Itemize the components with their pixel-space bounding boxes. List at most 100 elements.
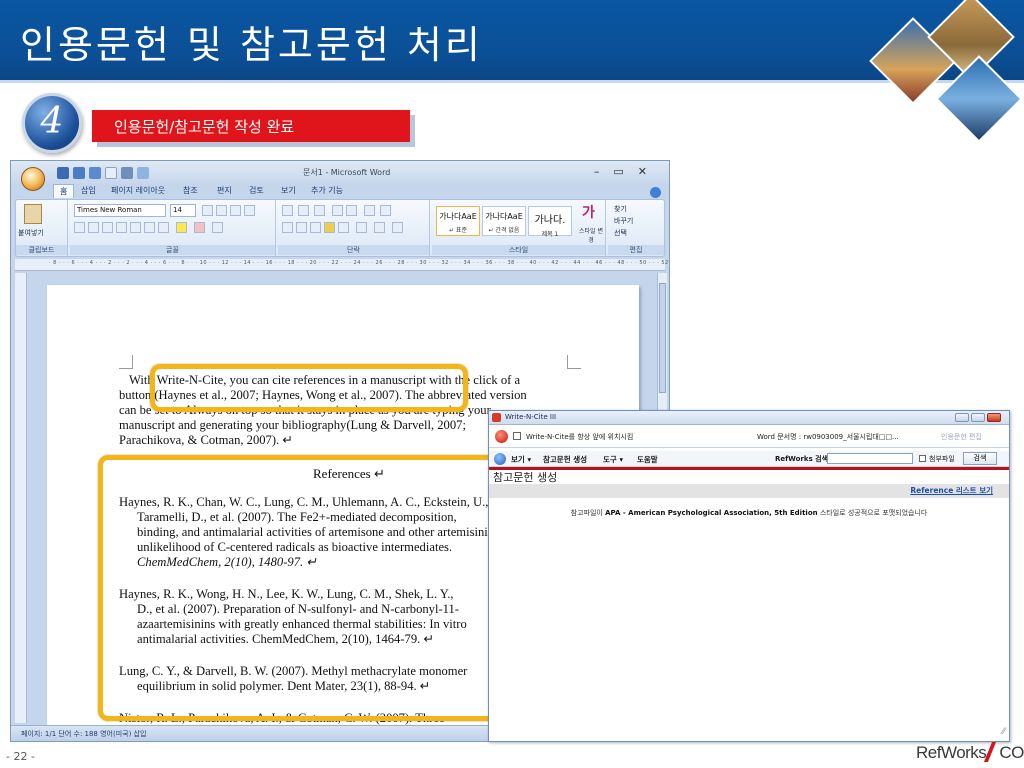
office-button-icon[interactable] — [21, 167, 45, 191]
always-on-top-checkbox[interactable] — [513, 432, 521, 440]
justify-icon[interactable] — [324, 222, 335, 233]
subscript-icon[interactable] — [130, 222, 141, 233]
close-button[interactable] — [987, 413, 1001, 422]
strikethrough-icon[interactable] — [116, 222, 127, 233]
tab-review[interactable]: 검토 — [249, 185, 264, 196]
style-heading-1[interactable]: 가나다. 제목 1 — [528, 206, 572, 238]
show-marks-icon[interactable] — [380, 205, 391, 216]
status-text: 페이지: 1/1 단어 수: 188 영어(미국) 삽입 — [21, 730, 147, 738]
tab-references[interactable]: 참조 — [183, 185, 198, 196]
grow-font-icon[interactable] — [202, 205, 213, 216]
change-styles-label[interactable]: 스타일 변경 — [578, 226, 604, 244]
redo-icon[interactable] — [89, 167, 101, 179]
borders-icon[interactable] — [392, 222, 403, 233]
new-document-icon[interactable] — [105, 167, 117, 179]
word-titlebar: 문서1 - Microsoft Word –▭✕ — [11, 161, 669, 185]
back-arrow-icon[interactable] — [494, 453, 506, 465]
bold-icon[interactable] — [74, 222, 85, 233]
search-button[interactable]: 검색 — [963, 452, 997, 465]
menu-create-bibliography[interactable]: 참고문헌 생성 — [543, 454, 587, 465]
print-icon[interactable] — [121, 167, 133, 179]
wnc-options-row: Write-N-Cite를 항상 앞에 위치시킴 Word 문서명 : rw09… — [489, 426, 1009, 448]
sort-icon[interactable] — [364, 205, 375, 216]
menu-tools[interactable]: 도구 ▾ — [603, 454, 623, 465]
char-border-icon[interactable] — [212, 222, 223, 233]
horizontal-ruler[interactable]: · 8 · · · 6 · · · 4 · · · 2 · · · 2 · · … — [15, 259, 668, 271]
change-case-icon[interactable] — [158, 222, 169, 233]
attachment-label[interactable]: 첨부파일 — [929, 454, 955, 464]
tab-mailings[interactable]: 편지 — [217, 185, 232, 196]
editing-group: 찾기 바꾸기 선택 편집 — [608, 200, 664, 256]
line-spacing-icon[interactable] — [356, 222, 367, 233]
paste-label[interactable]: 붙여넣기 — [18, 228, 44, 238]
paragraph-group: 단락 — [278, 200, 430, 256]
attachment-checkbox[interactable] — [919, 455, 926, 462]
edit-citation-link[interactable]: 인용문헌 편집 — [941, 432, 982, 442]
find-button[interactable]: 찾기 — [614, 204, 627, 214]
word-document-name: Word 문서명 : rw0903009_서울시립대□□... — [757, 433, 899, 441]
ruler-marks: · 8 · · · 6 · · · 4 · · · 2 · · · 2 · · … — [49, 260, 669, 266]
style-no-spacing[interactable]: 가나다AaE ↵ 간격 없음 — [482, 206, 526, 236]
bullets-icon[interactable] — [282, 205, 293, 216]
refworks-search-input[interactable] — [827, 453, 913, 464]
superscript-icon[interactable] — [144, 222, 155, 233]
wnc-window-title: Write-N-Cite III — [505, 413, 557, 421]
increase-indent-icon[interactable] — [346, 205, 357, 216]
save-icon[interactable] — [57, 167, 69, 179]
font-color-icon[interactable] — [194, 222, 205, 233]
maximize-button[interactable] — [971, 413, 985, 422]
font-name-box[interactable]: Times New Roman — [74, 204, 166, 217]
preview-icon[interactable] — [137, 167, 149, 179]
brand-logo: RefWorksCOS — [916, 742, 1024, 762]
paste-icon[interactable] — [24, 204, 42, 224]
help-icon[interactable] — [650, 187, 661, 198]
tab-add-ins[interactable]: 추가 기능 — [311, 185, 343, 196]
styles-group: 가나다AaE ↵ 표준 가나다AaE ↵ 간격 없음 가나다. 제목 1 가 스… — [432, 200, 606, 256]
multilevel-icon[interactable] — [314, 205, 325, 216]
refworks-search-label: RefWorks 검색 — [775, 455, 829, 463]
highlight-icon[interactable] — [176, 222, 187, 233]
numbering-icon[interactable] — [298, 205, 309, 216]
phonetic-icon[interactable] — [244, 205, 255, 216]
minimize-button[interactable] — [955, 413, 969, 422]
underline-icon[interactable] — [102, 222, 113, 233]
window-controls[interactable]: –▭✕ — [594, 165, 661, 178]
refworks-app-icon — [492, 413, 501, 422]
shrink-font-icon[interactable] — [216, 205, 227, 216]
format-success-message: 참고파일이 APA - American Psychological Assoc… — [570, 509, 928, 517]
word-window-title: 문서1 - Microsoft Word — [303, 168, 391, 177]
font-group: Times New Roman 14 글꼴 — [70, 200, 276, 256]
menu-view[interactable]: 보기 ▾ — [511, 454, 531, 465]
clipboard-group: 붙여넣기 클립보드 — [16, 200, 68, 256]
vertical-ruler[interactable] — [15, 273, 27, 723]
replace-button[interactable]: 바꾸기 — [614, 216, 633, 226]
slide: 인용문헌 및 참고문헌 처리 4 인용문헌/참고문헌 작성 완료 문서1 - M… — [0, 0, 1024, 768]
tab-page-layout[interactable]: 페이지 레이아웃 — [111, 185, 165, 196]
shading-icon[interactable] — [374, 222, 385, 233]
align-center-icon[interactable] — [296, 222, 307, 233]
always-on-top-label[interactable]: Write-N-Cite를 항상 앞에 위치시킴 — [526, 432, 633, 442]
align-right-icon[interactable] — [310, 222, 321, 233]
resize-grip-icon[interactable]: ⁄⁄ — [1002, 727, 1005, 737]
italic-icon[interactable] — [88, 222, 99, 233]
select-button[interactable]: 선택 — [614, 228, 627, 238]
tab-home[interactable]: 홈 — [53, 184, 75, 198]
align-left-icon[interactable] — [282, 222, 293, 233]
change-styles-icon[interactable]: 가 — [582, 202, 595, 222]
ribbon: 붙여넣기 클립보드 Times New Roman 14 글꼴 단락 가나다Aa… — [15, 199, 665, 257]
font-size-box[interactable]: 14 — [170, 204, 196, 217]
header-band: 인용문헌 및 참고문헌 처리 — [0, 0, 1024, 80]
tab-insert[interactable]: 삽입 — [81, 185, 96, 196]
scrollbar-thumb[interactable] — [659, 283, 666, 393]
refworks-logo-icon — [495, 430, 508, 443]
clear-format-icon[interactable] — [230, 205, 241, 216]
distribute-icon[interactable] — [338, 222, 349, 233]
menu-help[interactable]: 도움말 — [637, 454, 658, 465]
undo-icon[interactable] — [73, 167, 85, 179]
divider — [489, 467, 1009, 470]
style-normal[interactable]: 가나다AaE ↵ 표준 — [436, 206, 480, 236]
decrease-indent-icon[interactable] — [332, 205, 343, 216]
doc-paragraph-line: Parachikova, & Cotman, 2007). ↵ — [119, 433, 293, 447]
tab-view[interactable]: 보기 — [281, 185, 296, 196]
view-reference-list-link[interactable]: Reference 리스트 보기 — [910, 485, 993, 496]
